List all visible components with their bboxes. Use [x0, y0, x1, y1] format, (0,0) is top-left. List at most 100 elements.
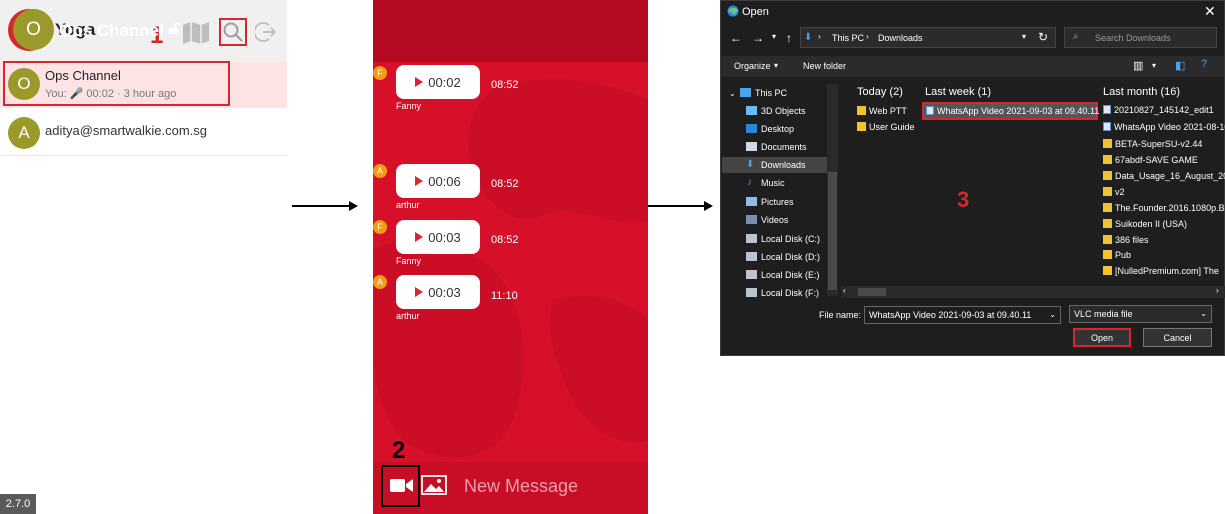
chevron-down-icon[interactable]: ▾	[1022, 32, 1026, 41]
folder-icon	[1103, 250, 1112, 259]
folder-item[interactable]: The.Founder.2016.1080p.BRRip	[1103, 203, 1225, 213]
search-icon[interactable]	[221, 20, 245, 44]
nav-item-downloads[interactable]: Downloads	[761, 160, 806, 170]
voice-message[interactable]: 00:06	[396, 164, 480, 198]
video-camera-icon[interactable]	[389, 476, 414, 495]
breadcrumb-downloads[interactable]: Downloads	[878, 33, 923, 43]
file-item-selected[interactable]: WhatsApp Video 2021-09-03 at 09.40.11	[926, 106, 1099, 116]
map-icon[interactable]	[182, 21, 210, 45]
nav-item-disk-d[interactable]: Local Disk (D:)	[761, 252, 820, 262]
disk-icon	[746, 270, 757, 279]
file-icon	[1103, 105, 1111, 114]
folder-item[interactable]: 67abdf-SAVE GAME	[1103, 155, 1198, 165]
organize-button[interactable]: Organize	[734, 61, 771, 71]
edge-browser-icon	[727, 5, 739, 17]
chevron-down-icon[interactable]: ⌄	[1200, 309, 1207, 318]
nav-item-music[interactable]: Music	[761, 178, 785, 188]
up-icon[interactable]: ↑	[786, 31, 792, 45]
nav-scrollbar-thumb[interactable]	[828, 172, 837, 290]
play-icon[interactable]	[415, 287, 424, 297]
message-time: 08:52	[491, 79, 519, 91]
folder-item[interactable]: Data_Usage_16_August_2021	[1103, 171, 1225, 181]
music-icon: ♪	[747, 177, 752, 188]
voice-message[interactable]: 00:03	[396, 220, 480, 254]
nav-item-documents[interactable]: Documents	[761, 142, 807, 152]
forward-icon[interactable]: →	[752, 31, 764, 45]
disk-icon	[746, 234, 757, 243]
desktop-icon	[746, 124, 757, 133]
refresh-icon[interactable]: ↻	[1038, 30, 1048, 44]
play-icon[interactable]	[415, 232, 424, 242]
breadcrumb-this-pc[interactable]: This PC	[832, 33, 864, 43]
file-type-select[interactable]: VLC media file ⌄	[1069, 305, 1212, 323]
video-file-icon	[1103, 122, 1111, 131]
documents-icon	[746, 142, 757, 151]
message-time: 08:52	[491, 178, 519, 190]
dialog-title: Open	[742, 6, 769, 18]
file-item[interactable]: WhatsApp Video 2021-08-10	[1103, 122, 1225, 132]
message-duration: 00:06	[428, 173, 461, 189]
conversation-last-message: You: 🎤 00:02 · 3 hour ago	[45, 88, 177, 100]
folder-icon	[1103, 139, 1112, 148]
folder-item[interactable]: v2	[1103, 187, 1125, 197]
new-message-input[interactable]: New Message	[464, 476, 578, 497]
scroll-left-icon[interactable]: ‹	[843, 286, 846, 295]
cancel-button[interactable]: Cancel	[1143, 328, 1212, 347]
folder-item[interactable]: Pub	[1103, 250, 1131, 260]
folder-item[interactable]: Web PTT	[857, 106, 907, 116]
horizontal-scrollbar[interactable]	[841, 286, 1225, 298]
breadcrumb-separator-icon: ›	[866, 32, 869, 41]
folder-item[interactable]: [NulledPremium.com] The	[1103, 266, 1219, 276]
avatar: O	[8, 68, 40, 100]
nav-item-disk-c[interactable]: Local Disk (C:)	[761, 234, 820, 244]
image-icon[interactable]	[421, 474, 447, 496]
chevron-down-icon[interactable]: ⌄	[729, 89, 736, 98]
logout-icon[interactable]	[255, 21, 277, 43]
file-name-input[interactable]: WhatsApp Video 2021-09-03 at 09.40.11 ⌄	[864, 306, 1061, 324]
flow-arrow-2	[648, 205, 705, 207]
message-time: 11:10	[491, 290, 518, 302]
folder-item[interactable]: 386 files	[1103, 235, 1149, 245]
group-header-last-week[interactable]: Last week (1)	[925, 86, 991, 98]
chevron-down-icon[interactable]: ⌄	[1049, 310, 1056, 319]
group-header-today[interactable]: Today (2)	[857, 86, 903, 98]
arrow-head-icon	[349, 201, 358, 211]
chevron-down-icon[interactable]: ▾	[1152, 61, 1156, 70]
channel-title: Ops Channel	[59, 21, 164, 40]
group-header-last-month[interactable]: Last month (16)	[1103, 86, 1180, 98]
sender-avatar: F	[373, 66, 387, 80]
voice-message[interactable]: 00:03	[396, 275, 480, 309]
folder-icon	[857, 122, 866, 131]
view-options-icon[interactable]: ▥	[1133, 59, 1143, 72]
folder-item[interactable]: Suikoden II (USA)	[1103, 219, 1187, 229]
play-icon[interactable]	[415, 77, 424, 87]
scroll-right-icon[interactable]: ›	[1216, 286, 1219, 295]
chevron-down-icon[interactable]: ▾	[772, 32, 776, 41]
downloads-arrow-icon: ⬇	[804, 32, 813, 43]
folder-item[interactable]: User Guide	[857, 122, 915, 132]
nav-item-videos[interactable]: Videos	[761, 215, 788, 225]
nav-item-disk-f[interactable]: Local Disk (F:)	[761, 288, 819, 298]
file-item[interactable]: 20210827_145142_edit1	[1103, 105, 1214, 115]
preview-pane-icon[interactable]: ◧	[1175, 59, 1185, 72]
sender-name: arthur	[396, 200, 420, 210]
horizontal-scrollbar-thumb[interactable]	[858, 288, 886, 296]
voice-message[interactable]: 00:02	[396, 65, 480, 99]
channel-avatar: O	[13, 9, 54, 50]
back-icon[interactable]: ←	[730, 31, 742, 45]
nav-item-3d-objects[interactable]: 3D Objects	[761, 106, 806, 116]
play-icon[interactable]	[415, 176, 424, 186]
new-folder-button[interactable]: New folder	[803, 61, 846, 71]
help-icon[interactable]: ?	[1201, 58, 1207, 70]
search-icon: ⌕	[1073, 31, 1079, 42]
folder-icon	[1103, 266, 1112, 275]
folder-item[interactable]: BETA-SuperSU-v2.44	[1103, 139, 1202, 149]
close-icon[interactable]: ✕	[1204, 3, 1216, 20]
nav-item-desktop[interactable]: Desktop	[761, 124, 794, 134]
open-button[interactable]: Open	[1073, 328, 1131, 347]
flow-arrow-1	[292, 205, 350, 207]
nav-item-pictures[interactable]: Pictures	[761, 197, 794, 207]
chevron-down-icon[interactable]: ▾	[774, 61, 778, 70]
nav-item-disk-e[interactable]: Local Disk (E:)	[761, 270, 820, 280]
nav-item-this-pc[interactable]: This PC	[755, 88, 787, 98]
